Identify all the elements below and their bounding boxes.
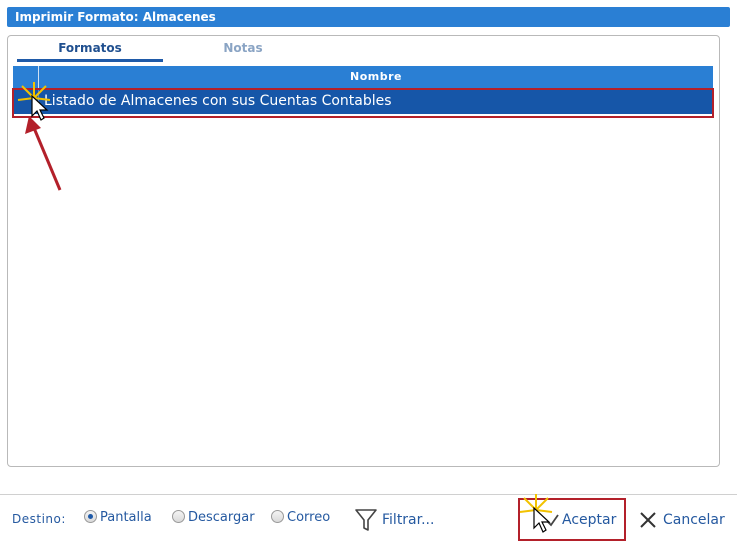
formatos-panel: Formatos Notas Nombre Listado de Almacen… — [7, 35, 720, 467]
aceptar-button[interactable]: Aceptar — [546, 505, 616, 535]
table-row[interactable]: Listado de Almacenes con sus Cuentas Con… — [13, 88, 713, 114]
tab-notas[interactable]: Notas — [173, 39, 313, 59]
cancelar-label: Cancelar — [663, 512, 725, 528]
radio-correo[interactable]: Correo — [271, 510, 330, 528]
radio-unchecked-icon[interactable] — [271, 510, 284, 523]
radio-descargar-label: Descargar — [188, 510, 255, 525]
close-icon — [638, 512, 658, 528]
check-icon — [546, 512, 560, 528]
destino-label: Destino: — [12, 512, 66, 526]
filtrar-label: Filtrar... — [382, 512, 435, 528]
cancelar-button[interactable]: Cancelar — [638, 505, 725, 535]
radio-descargar[interactable]: Descargar — [172, 510, 255, 528]
filtrar-button[interactable]: Filtrar... — [354, 505, 434, 535]
grid-header: Nombre — [13, 66, 713, 88]
row-selector-cell[interactable] — [13, 88, 39, 114]
aceptar-label: Aceptar — [562, 512, 617, 528]
column-header-nombre[interactable]: Nombre — [39, 66, 713, 88]
selector-column-header — [13, 66, 39, 88]
footer-bar: Destino: Pantalla Descargar Correo Filtr… — [0, 494, 737, 545]
formatos-grid: Nombre Listado de Almacenes con sus Cuen… — [13, 66, 713, 464]
radio-pantalla[interactable]: Pantalla — [84, 510, 152, 528]
window-title: Imprimir Formato: Almacenes — [7, 7, 730, 27]
radio-pantalla-label: Pantalla — [100, 510, 152, 525]
tab-bar: Formatos Notas — [13, 39, 713, 62]
filter-funnel-icon — [354, 509, 378, 531]
tab-formatos[interactable]: Formatos — [17, 39, 163, 62]
radio-unchecked-icon[interactable] — [172, 510, 185, 523]
row-nombre-cell[interactable]: Listado de Almacenes con sus Cuentas Con… — [44, 88, 392, 114]
radio-checked-icon[interactable] — [84, 510, 97, 523]
radio-correo-label: Correo — [287, 510, 331, 525]
